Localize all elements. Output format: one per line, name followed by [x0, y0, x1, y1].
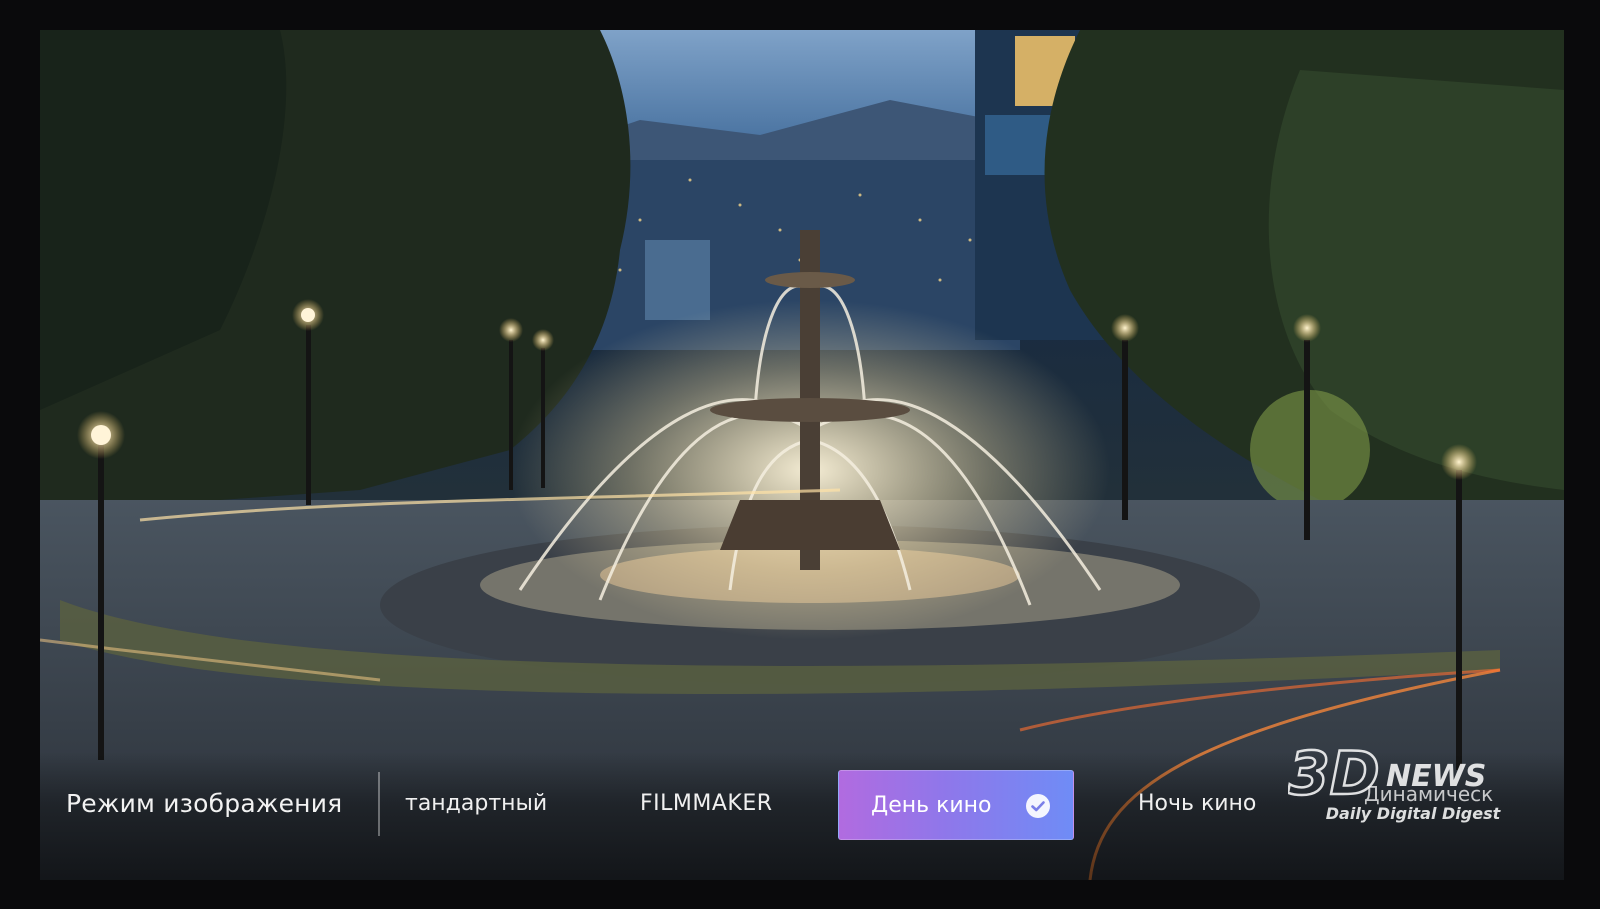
mode-option-standard[interactable]: тандартный: [405, 786, 547, 822]
watermark-caption: Daily Digital Digest: [1325, 804, 1501, 823]
menu-divider: [378, 772, 380, 836]
mode-option-cinema-night[interactable]: Ночь кино: [1138, 786, 1256, 822]
mode-option-cinema-day[interactable]: День кино: [838, 770, 1074, 840]
tv-screen: Режим изображения тандартный FILMMAKER Д…: [40, 30, 1564, 880]
check-circle-icon: [1026, 794, 1050, 818]
3dnews-logo: 3D NEWS: [1287, 738, 1487, 811]
svg-text:NEWS: NEWS: [1386, 759, 1486, 794]
picture-mode-title: Режим изображения: [66, 789, 343, 818]
svg-text:3D: 3D: [1288, 742, 1380, 804]
mode-option-filmmaker[interactable]: FILMMAKER: [640, 786, 773, 822]
3dnews-watermark: 3D NEWS Daily Digital Digest: [1287, 738, 1538, 836]
mode-option-label: День кино: [871, 793, 992, 818]
